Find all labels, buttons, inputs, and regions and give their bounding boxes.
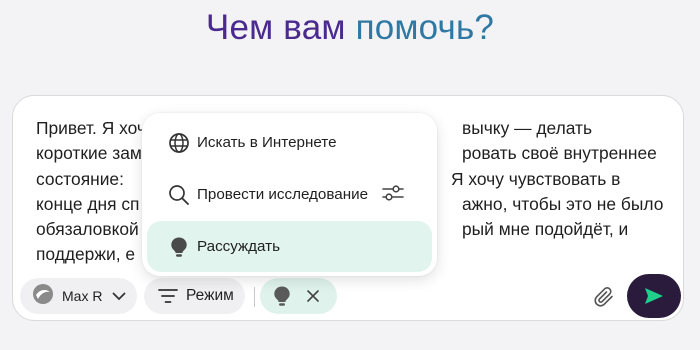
menu-item-label: Искать в Интернете [197, 134, 337, 151]
attach-button[interactable] [591, 284, 617, 310]
input-toolbar: Max R Режим [13, 274, 683, 320]
menu-item-reasoning[interactable]: Рассуждать [147, 221, 432, 272]
close-icon[interactable] [306, 289, 320, 303]
mode-menu: Искать в Интернете Провести исследование… [142, 113, 437, 276]
send-arrow-icon [643, 286, 665, 306]
mode-button[interactable]: Режим [144, 278, 245, 314]
menu-item-label: Провести исследование [197, 186, 369, 203]
model-label: Max R [62, 288, 103, 304]
search-icon [166, 182, 192, 208]
filter-icon [158, 288, 178, 304]
sliders-icon[interactable] [382, 183, 404, 207]
reasoning-mode-chip[interactable] [260, 278, 337, 314]
page-heading: Чем вам помочь? [0, 8, 700, 48]
menu-item-research[interactable]: Провести исследование [147, 169, 432, 220]
lightbulb-icon [272, 285, 292, 307]
heading-part-1: Чем вам [205, 8, 356, 47]
toolbar-divider [254, 287, 255, 307]
menu-item-web-search[interactable]: Искать в Интернете [147, 117, 432, 168]
model-logo-icon [32, 283, 54, 310]
chevron-down-icon [112, 292, 126, 301]
mode-label: Режим [186, 287, 234, 304]
heading-part-2: помочь? [355, 8, 495, 47]
lightbulb-icon [166, 234, 192, 260]
paperclip-icon [592, 285, 616, 309]
send-button[interactable] [627, 274, 681, 318]
globe-icon [166, 130, 192, 156]
menu-item-label: Рассуждать [197, 238, 281, 255]
model-selector[interactable]: Max R [20, 278, 137, 314]
